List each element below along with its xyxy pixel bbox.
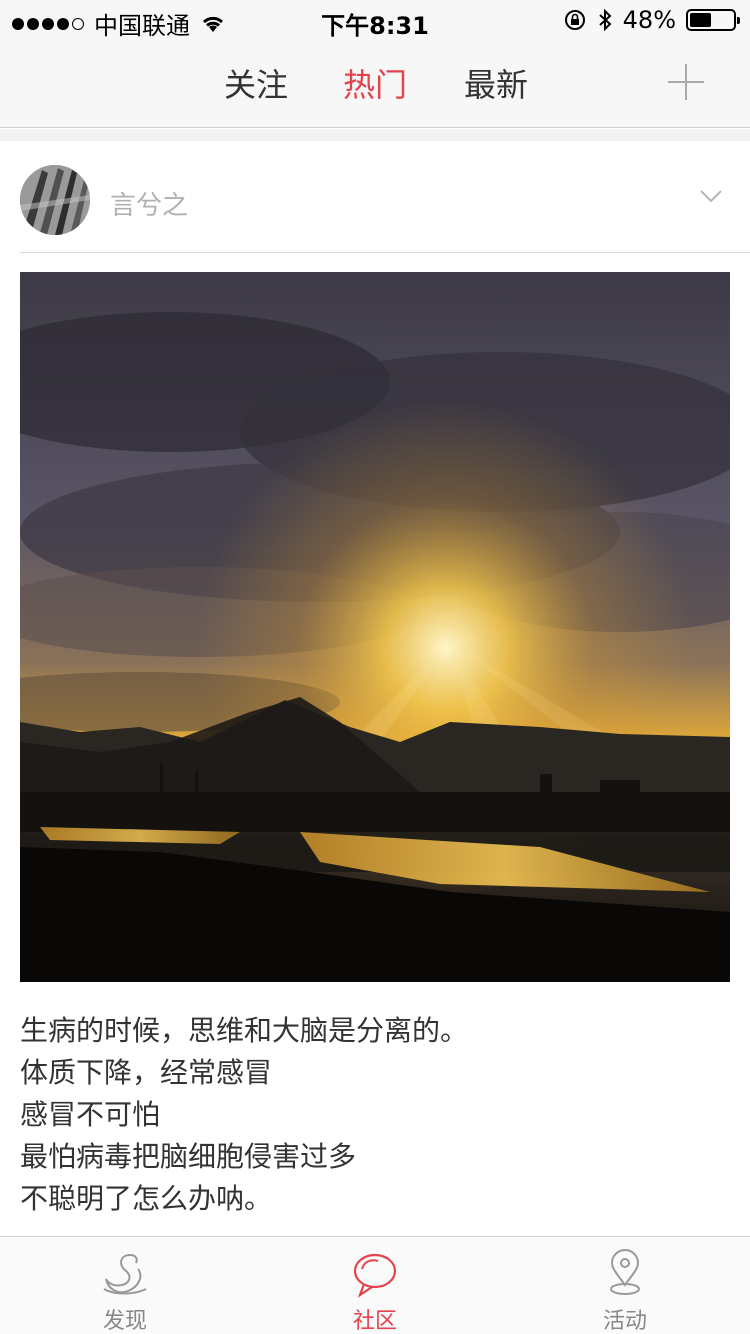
status-bar: 中国联通 下午8:31 48% xyxy=(0,0,750,40)
tab-hot[interactable]: 热门 xyxy=(343,60,407,106)
post-photo[interactable] xyxy=(20,272,730,982)
caption-line: 最怕病毒把脑细胞侵害过多 xyxy=(20,1140,357,1173)
top-bar: 中国联通 下午8:31 48% 关注 热门 最新 xyxy=(0,0,750,128)
status-right: 48% xyxy=(563,6,740,34)
chat-bubble-icon xyxy=(353,1253,397,1298)
caption-line: 不聪明了怎么办呐。 xyxy=(20,1182,273,1215)
tab-activity[interactable]: 活动 xyxy=(500,1237,750,1334)
post-divider xyxy=(20,252,750,253)
tab-follow[interactable]: 关注 xyxy=(224,60,288,106)
rotation-lock-icon xyxy=(564,10,585,30)
tab-community[interactable]: 社区 xyxy=(250,1237,500,1334)
avatar[interactable] xyxy=(20,165,90,235)
tab-latest[interactable]: 最新 xyxy=(464,60,528,106)
tab-activity-label: 活动 xyxy=(602,1309,647,1334)
bottom-tab-bar: 发现 社区 活动 xyxy=(0,1236,750,1334)
location-pin-icon xyxy=(610,1249,640,1295)
post-caption: 生病的时候，思维和大脑是分离的。 体质下降，经常感冒 感冒不可怕 最怕病毒把脑细… xyxy=(20,1010,730,1220)
post-header: 言兮之 xyxy=(0,141,750,253)
battery-percent: 48% xyxy=(622,6,676,34)
caption-line: 生病的时候，思维和大脑是分离的。 xyxy=(20,1014,469,1047)
battery-icon xyxy=(686,9,740,31)
swan-icon xyxy=(103,1254,147,1295)
caption-line: 体质下降，经常感冒 xyxy=(20,1056,273,1089)
plus-icon[interactable] xyxy=(668,64,704,100)
feed-tabs: 关注 热门 最新 xyxy=(0,60,750,110)
post-username[interactable]: 言兮之 xyxy=(110,185,188,222)
section-gap xyxy=(0,129,750,141)
caption-line: 感冒不可怕 xyxy=(20,1098,161,1131)
tab-discover-label: 发现 xyxy=(102,1309,147,1334)
chevron-down-icon[interactable] xyxy=(700,185,722,207)
tab-community-label: 社区 xyxy=(352,1309,397,1334)
bluetooth-icon xyxy=(598,8,612,32)
tab-discover[interactable]: 发现 xyxy=(0,1237,250,1334)
